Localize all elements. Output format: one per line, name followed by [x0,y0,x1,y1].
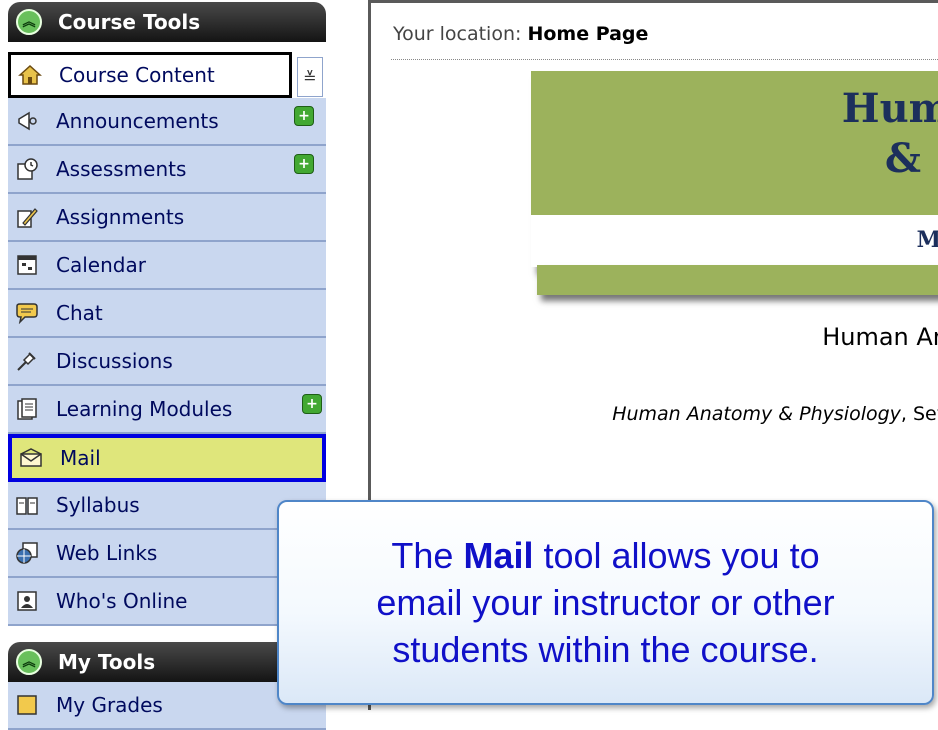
banner-subtitle: M [916,227,938,253]
pushpin-icon [14,348,40,374]
double-chevron-down-icon: ≚ [303,67,317,87]
sidebar-item-announcements[interactable]: Announcements + [8,98,326,146]
envelope-icon [18,445,44,471]
sidebar-item-calendar[interactable]: Calendar [8,242,326,290]
speech-bubble-icon [14,300,40,326]
pencil-paper-icon [14,204,40,230]
sidebar-item-label: Calendar [56,253,146,277]
megaphone-icon [14,108,40,134]
sidebar-item-label: Who's Online [56,589,188,613]
sidebar-item-assessments[interactable]: Assessments + [8,146,326,194]
sidebar-item-course-content[interactable]: Course Content ≚ [8,52,323,98]
sidebar-item-label: Learning Modules [56,397,233,421]
callout-text-line2: email your instructor or other [376,582,835,623]
divider [391,59,938,60]
course-banner: Hum & M [531,71,938,267]
banner-title-ampersand: & [884,135,921,182]
sidebar-item-label: Web Links [56,541,158,565]
callout-text: The Mail tool allows you to email your i… [376,532,834,673]
callout-text-bold: Mail [463,535,534,576]
sidebar-item-label: Mail [60,446,101,470]
course-tools-header[interactable]: ︽ Course Tools [8,2,326,42]
callout-text-line3: students within the course. [392,629,819,670]
callout-text-part2: tool allows you to [533,535,820,576]
globe-icon [14,540,40,566]
breadcrumb: Your location: Home Page [393,23,648,45]
sidebar-item-assignments[interactable]: Assignments [8,194,326,242]
document-icon [14,396,40,422]
course-description: Human Anatomy & Physiology, Sev [612,403,938,425]
calendar-icon [14,252,40,278]
sidebar-item-discussions[interactable]: Discussions [8,338,326,386]
banner-title: Hum [841,85,938,132]
sidebar-item-label: Assignments [56,205,185,229]
collapse-chevron-icon[interactable]: ︽ [16,9,42,35]
sidebar-item-label: My Grades [56,693,163,717]
new-items-icon[interactable]: + [302,394,322,414]
sidebar-item-label: Discussions [56,349,173,373]
sidebar-item-learning-modules[interactable]: Learning Modules + [8,386,326,434]
my-tools-title: My Tools [58,650,156,674]
person-frame-icon [14,588,40,614]
course-heading: Human An [822,323,938,351]
callout-text-part1: The [391,535,464,576]
grades-icon [14,692,40,718]
location-link[interactable]: Home Page [527,23,648,45]
sidebar-item-label: Assessments [56,157,187,181]
sidebar-item-label: Chat [56,301,103,325]
book-icon [14,492,40,518]
new-items-icon[interactable]: + [294,106,314,126]
textbook-title: Human Anatomy & Physiology [612,403,901,425]
sidebar-item-label: Announcements [56,109,219,133]
sidebar-item-label: Course Content [59,63,215,87]
sidebar-item-chat[interactable]: Chat [8,290,326,338]
sidebar-item-mail[interactable]: Mail [8,434,326,482]
stopwatch-icon [14,156,40,182]
scroll-down-button[interactable]: ≚ [297,57,323,97]
new-items-icon[interactable]: + [294,154,314,174]
collapse-chevron-icon[interactable]: ︽ [16,649,42,675]
mail-tool-callout: The Mail tool allows you to email your i… [277,500,934,705]
home-icon [17,62,43,88]
banner-strip [537,265,938,295]
course-tools-title: Course Tools [58,10,201,34]
location-prefix: Your location: [393,23,522,45]
sidebar-item-label: Syllabus [56,493,140,517]
course-description-rest: , Sev [900,403,938,425]
